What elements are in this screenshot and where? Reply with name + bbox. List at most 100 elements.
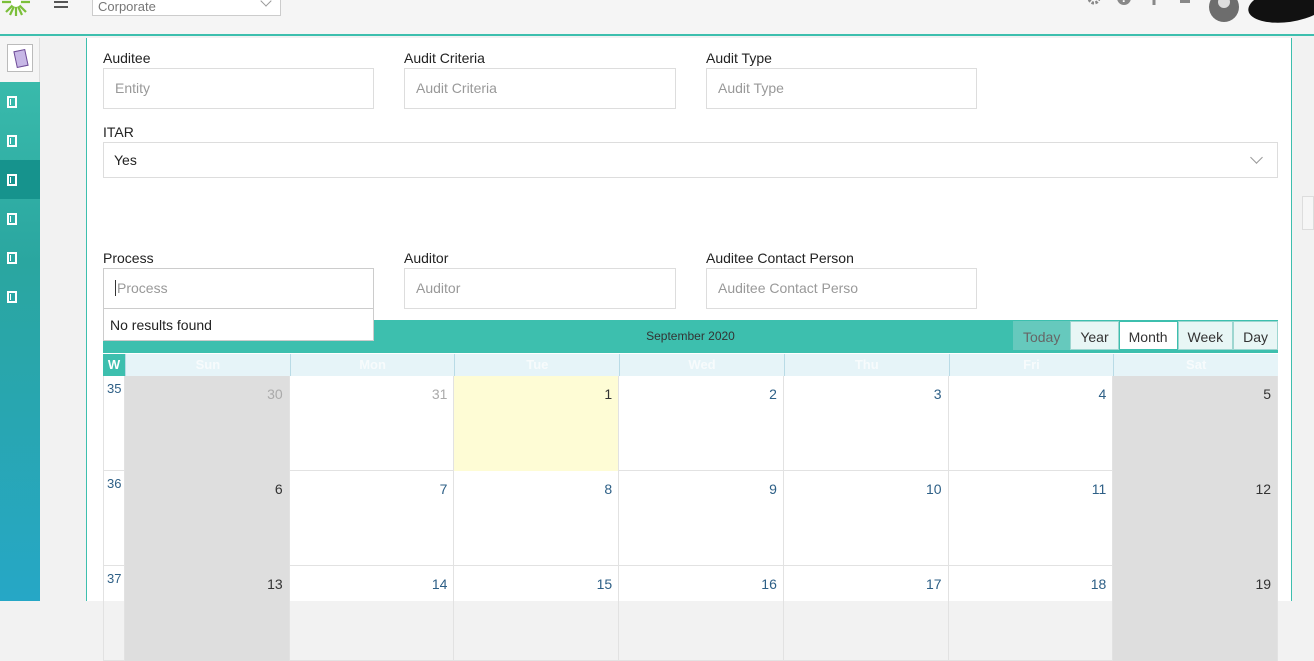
- sidebar-item-1[interactable]: [0, 82, 40, 121]
- plus-icon[interactable]: [1146, 0, 1162, 6]
- chevron-down-icon: [1250, 151, 1263, 164]
- calendar-day[interactable]: 15: [454, 566, 620, 661]
- calendar-week: 37 13 14 15 16 17 18 19: [103, 566, 1279, 661]
- day-number: 7: [439, 481, 448, 497]
- calendar-day[interactable]: 5: [1113, 376, 1279, 471]
- calendar-day[interactable]: 18: [949, 566, 1114, 661]
- day-number: 3: [933, 386, 942, 402]
- logo-icon[interactable]: [0, 0, 32, 18]
- audit-type-input[interactable]: Audit Type: [706, 68, 977, 109]
- audit-type-label: Audit Type: [706, 50, 772, 66]
- day-number: 13: [267, 576, 283, 592]
- building-icon: [7, 135, 17, 147]
- day-view-button[interactable]: Day: [1233, 321, 1278, 350]
- day-number: 11: [1091, 481, 1107, 497]
- audit-form-panel: Auditee Entity Audit Criteria Audit Crit…: [86, 38, 1292, 661]
- day-number: 8: [604, 481, 613, 497]
- audit-criteria-input[interactable]: Audit Criteria: [404, 68, 676, 109]
- week-number-header: W: [103, 354, 125, 376]
- organization-select-value: Corporate: [98, 0, 156, 14]
- calendar-day[interactable]: 19: [1113, 566, 1279, 661]
- top-bar: Corporate ?: [0, 0, 1314, 36]
- auditee-contact-label: Auditee Contact Person: [706, 250, 854, 266]
- dow-sat: Sat: [1113, 354, 1279, 376]
- calendar-day[interactable]: 12: [1113, 471, 1279, 566]
- sidebar-item-4[interactable]: [0, 199, 40, 238]
- side-scroll-tab[interactable]: [1302, 196, 1314, 230]
- text-cursor: [115, 280, 116, 296]
- day-number: 6: [274, 481, 283, 497]
- process-input[interactable]: Process: [103, 268, 374, 309]
- day-number: 12: [1255, 481, 1272, 497]
- day-number: 9: [769, 481, 777, 497]
- calendar-day[interactable]: 9: [619, 471, 784, 566]
- day-number: 19: [1255, 576, 1272, 592]
- calendar-day-today[interactable]: 1: [454, 376, 620, 471]
- building-icon: [7, 252, 17, 264]
- auditee-input[interactable]: Entity: [103, 68, 374, 109]
- week-number: 35: [103, 376, 125, 471]
- help-icon[interactable]: ?: [1116, 0, 1132, 6]
- building-icon: [7, 174, 17, 186]
- auditor-label: Auditor: [404, 250, 449, 266]
- calendar-week: 35 30 31 1 2 3 4 5: [103, 376, 1279, 471]
- sidebar-audit-icon-tile[interactable]: [0, 38, 40, 82]
- auditee-contact-input[interactable]: Auditee Contact Perso: [706, 268, 977, 309]
- month-view-button[interactable]: Month: [1118, 321, 1178, 350]
- process-dropdown: No results found: [103, 308, 374, 341]
- day-number: 30: [267, 386, 283, 402]
- day-number: 1: [604, 386, 613, 402]
- menu-icon[interactable]: [54, 0, 68, 10]
- auditor-input[interactable]: Auditor: [404, 268, 676, 309]
- sidebar-item-5[interactable]: [0, 238, 40, 277]
- calendar-day[interactable]: 16: [619, 566, 784, 661]
- building-icon: [7, 213, 17, 225]
- sidebar-item-2[interactable]: [0, 121, 40, 160]
- day-number: 18: [1090, 576, 1107, 592]
- calendar-day[interactable]: 3: [784, 376, 949, 471]
- brand-logo: [1246, 0, 1314, 28]
- year-view-button[interactable]: Year: [1070, 321, 1119, 350]
- auditee-label: Auditee: [103, 50, 151, 66]
- svg-text:?: ?: [1121, 0, 1127, 5]
- day-number: 16: [761, 576, 777, 592]
- calendar-day[interactable]: 30: [125, 376, 290, 471]
- calendar-day[interactable]: 10: [784, 471, 949, 566]
- day-number: 15: [596, 576, 613, 592]
- sidebar: [0, 38, 40, 601]
- calendar-day[interactable]: 6: [125, 471, 290, 566]
- dow-thu: Thu: [783, 354, 949, 376]
- dow-tue: Tue: [454, 354, 620, 376]
- itar-select[interactable]: Yes: [103, 142, 1278, 178]
- avatar[interactable]: [1209, 0, 1239, 22]
- calendar-day[interactable]: 31: [290, 376, 455, 471]
- process-label: Process: [103, 250, 154, 266]
- no-results-message: No results found: [110, 317, 212, 333]
- clipboard-icon: [7, 44, 33, 72]
- calendar-day[interactable]: 14: [290, 566, 455, 661]
- bell-icon[interactable]: [1176, 0, 1192, 6]
- week-number: 36: [103, 471, 125, 566]
- day-number: 2: [769, 386, 777, 402]
- chevron-down-icon: [260, 0, 272, 7]
- week-view-button[interactable]: Week: [1177, 321, 1234, 350]
- day-number: 10: [926, 481, 942, 497]
- sidebar-item-6[interactable]: [0, 277, 40, 316]
- calendar-day[interactable]: 2: [619, 376, 784, 471]
- calendar-day[interactable]: 8: [454, 471, 620, 566]
- today-button[interactable]: Today: [1012, 321, 1071, 350]
- building-icon: [7, 291, 17, 303]
- day-number: 5: [1263, 386, 1272, 402]
- calendar-day[interactable]: 7: [290, 471, 455, 566]
- calendar-day[interactable]: 11: [949, 471, 1114, 566]
- audit-criteria-label: Audit Criteria: [404, 50, 485, 66]
- calendar-day[interactable]: 17: [784, 566, 949, 661]
- calendar-day[interactable]: 13: [125, 566, 290, 661]
- gear-icon[interactable]: [1086, 0, 1102, 6]
- dow-fri: Fri: [948, 354, 1114, 376]
- calendar-day[interactable]: 4: [949, 376, 1114, 471]
- day-number: 14: [431, 576, 448, 592]
- sidebar-item-3[interactable]: [0, 160, 40, 199]
- dow-sun: Sun: [125, 354, 290, 376]
- organization-select[interactable]: Corporate: [92, 0, 281, 16]
